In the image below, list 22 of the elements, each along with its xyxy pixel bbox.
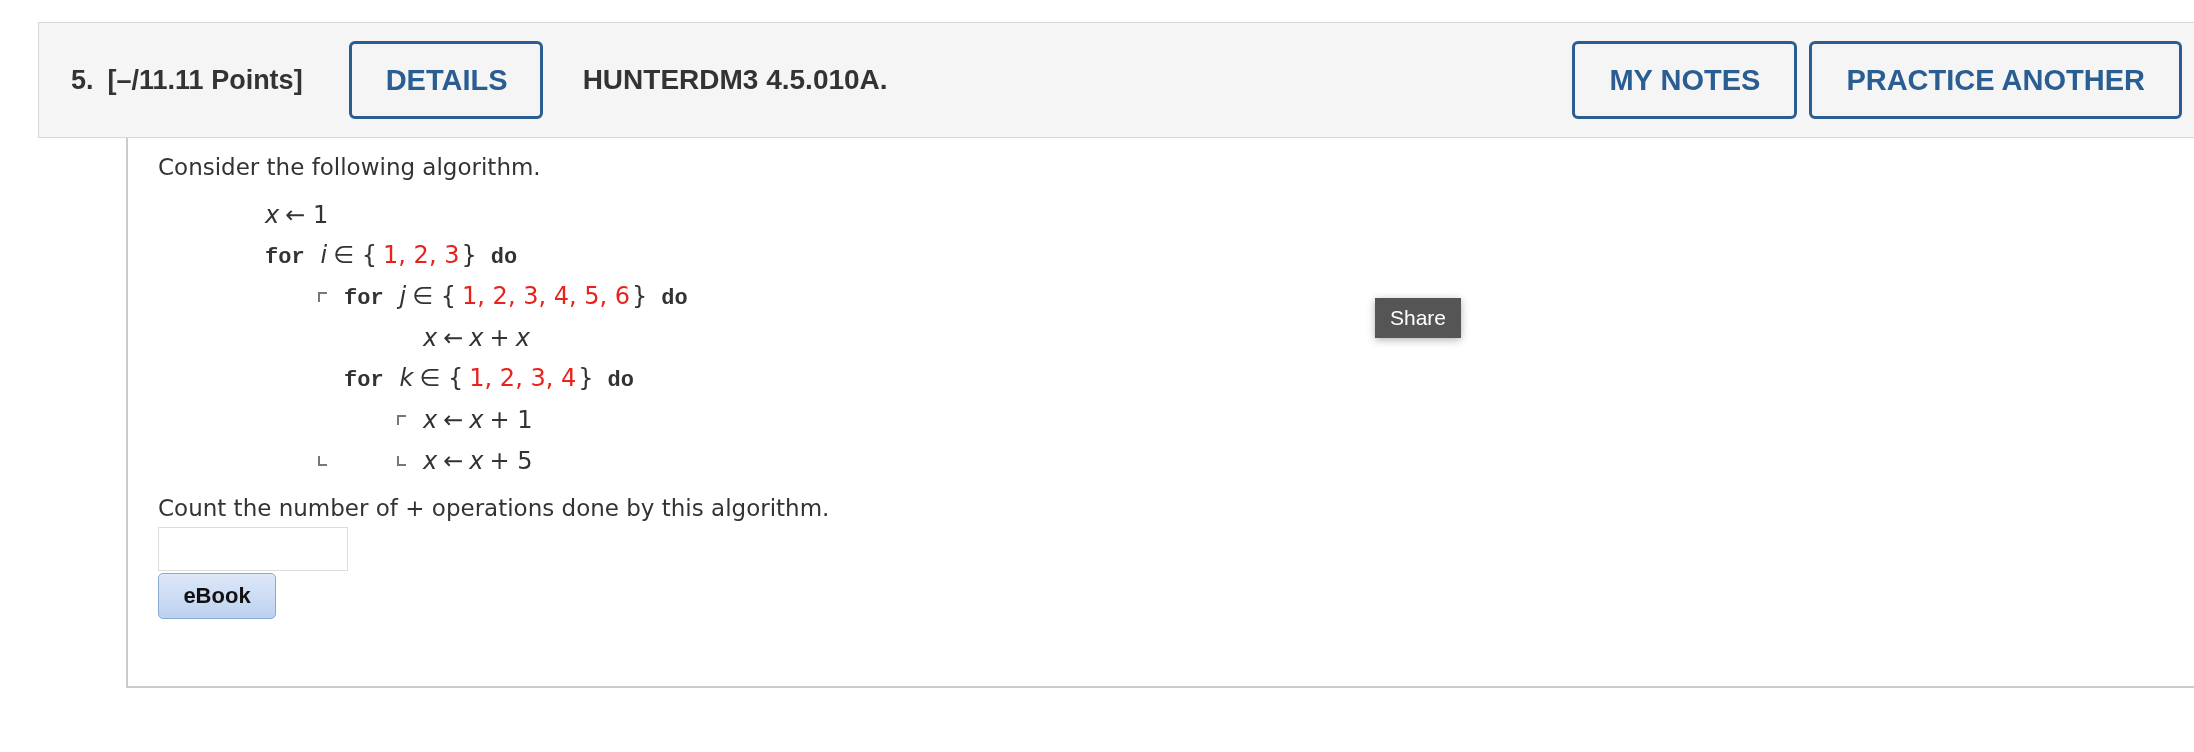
algorithm-line: x ← x + x [423, 323, 531, 352]
bracket-icon [318, 455, 328, 466]
practice-another-button[interactable]: PRACTICE ANOTHER [1809, 41, 2182, 119]
prompt-text: Consider the following algorithm. [158, 154, 542, 180]
ebook-button[interactable]: eBook [158, 573, 276, 619]
question-text: Count the number of + operations done by this algorithm. [158, 495, 831, 521]
details-button[interactable]: DETAILS [348, 41, 543, 119]
algorithm-line: for i ∈ { 1, 2, 3} do [265, 241, 519, 270]
question-code: HUNTERDM3 4.5.010A. [582, 64, 888, 96]
bracket-icon [397, 455, 407, 466]
algorithm-line: x ← x + 1 [423, 405, 534, 434]
algorithm-line: x ← x + 5 [423, 446, 534, 475]
share-tooltip: Share [1375, 298, 1461, 338]
bracket-icon [397, 414, 407, 425]
algorithm-line: for k ∈ { 1, 2, 3, 4} do [344, 364, 635, 393]
bracket-icon [318, 291, 328, 302]
points-label: [–/11.11 Points] [107, 64, 303, 96]
algorithm-line: x ← 1 [265, 200, 330, 229]
answer-field[interactable] [158, 527, 348, 571]
algorithm-line: for j ∈ { 1, 2, 3, 4, 5, 6} do [344, 282, 689, 311]
my-notes-button[interactable]: MY NOTES [1572, 41, 1798, 119]
question-number: 5. [71, 64, 94, 96]
